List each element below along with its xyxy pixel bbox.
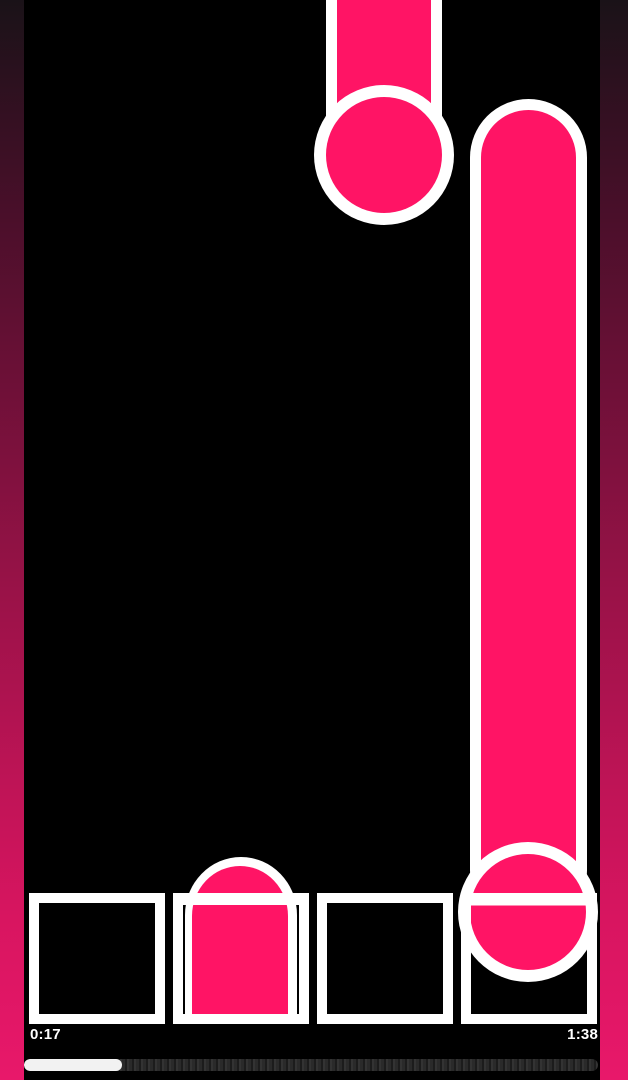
- game-screen: 0:17 1:38: [0, 0, 628, 1080]
- hold-note-lane-4[interactable]: [458, 99, 598, 982]
- hit-note-lane-2[interactable]: [185, 857, 297, 1019]
- receptor-lane-1[interactable]: [29, 893, 165, 1024]
- hold-note-lane-3[interactable]: [314, 0, 454, 225]
- song-progress-bar: [24, 1059, 598, 1071]
- total-time: 1:38: [567, 1026, 598, 1043]
- receptor-lane-3[interactable]: [317, 893, 453, 1024]
- song-progress-fill: [24, 1059, 122, 1071]
- notes-layer: [29, 0, 598, 1024]
- elapsed-time: 0:17: [30, 1026, 61, 1043]
